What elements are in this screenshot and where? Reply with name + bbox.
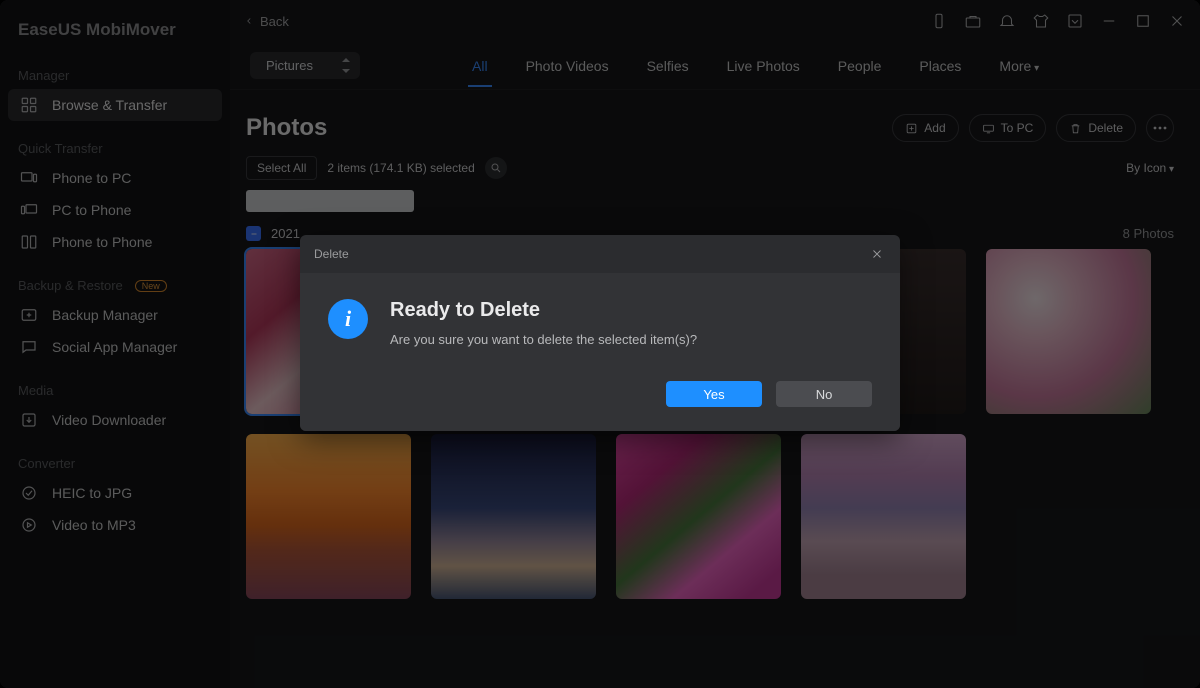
dialog-buttons: Yes No — [328, 381, 872, 407]
delete-dialog: Delete i Ready to Delete Are you sure yo… — [300, 235, 900, 431]
info-icon: i — [328, 299, 368, 339]
yes-button[interactable]: Yes — [666, 381, 762, 407]
dialog-body: i Ready to Delete Are you sure you want … — [300, 273, 900, 431]
dialog-message: Are you sure you want to delete the sele… — [390, 332, 697, 347]
no-button[interactable]: No — [776, 381, 872, 407]
dialog-close-button[interactable] — [868, 245, 886, 263]
modal-overlay: Delete i Ready to Delete Are you sure yo… — [0, 0, 1200, 688]
dialog-header-title: Delete — [314, 247, 349, 261]
dialog-title: Ready to Delete — [390, 299, 697, 322]
dialog-header: Delete — [300, 235, 900, 273]
